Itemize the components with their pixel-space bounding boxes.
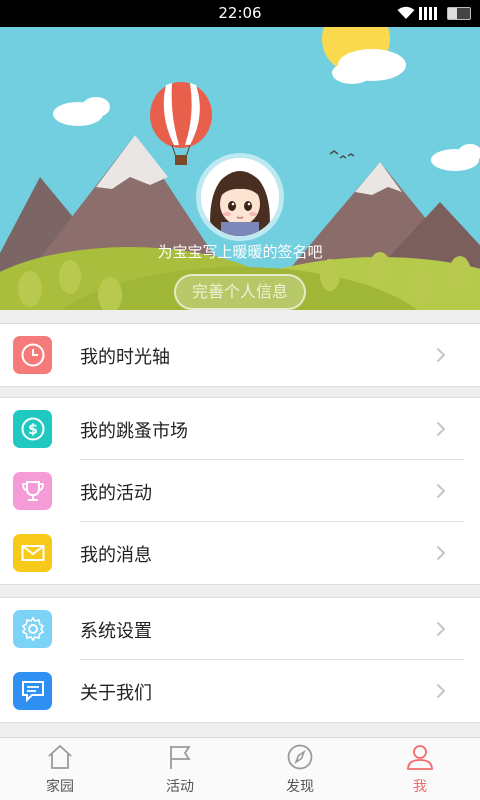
- tab-activity[interactable]: 活动: [120, 738, 240, 800]
- wifi-icon: [397, 6, 415, 19]
- trophy-icon: [13, 472, 52, 510]
- tab-label: 发现: [286, 779, 314, 795]
- menu-item-messages[interactable]: 我的消息: [0, 522, 480, 584]
- home-icon: [48, 744, 72, 769]
- tab-label: 活动: [166, 779, 194, 795]
- clock-icon: [13, 336, 52, 374]
- signature-text[interactable]: 为宝宝写上暖暖的签名吧: [0, 241, 480, 262]
- menu-item-label: 我的消息: [80, 545, 152, 566]
- avatar[interactable]: [201, 158, 279, 236]
- tab-label: 我: [413, 779, 427, 795]
- compass-icon: [287, 744, 313, 770]
- chevron-right-icon: [436, 421, 446, 437]
- menu-item-about[interactable]: 关于我们: [0, 660, 480, 722]
- gear-icon: [13, 610, 52, 648]
- svg-text:$: $: [28, 422, 38, 438]
- envelope-icon: [13, 534, 52, 572]
- menu-item-activity[interactable]: 我的活动: [0, 460, 480, 522]
- menu-group-system: 系统设置 关于我们: [0, 597, 480, 723]
- chevron-right-icon: [436, 621, 446, 637]
- menu-group-personal: $ 我的跳蚤市场 我的活动 我的消息: [0, 397, 480, 585]
- tab-home[interactable]: 家园: [0, 738, 120, 800]
- menu-item-market[interactable]: $ 我的跳蚤市场: [0, 398, 480, 460]
- menu-item-settings[interactable]: 系统设置: [0, 598, 480, 660]
- battery-icon: [447, 7, 471, 20]
- person-icon: [407, 745, 433, 770]
- girl-avatar-icon: [201, 158, 279, 236]
- menu-item-label: 我的时光轴: [80, 347, 170, 368]
- chevron-right-icon: [436, 483, 446, 499]
- menu-item-label: 我的跳蚤市场: [80, 421, 188, 442]
- menu-item-timeline[interactable]: 我的时光轴: [0, 324, 480, 386]
- tab-me[interactable]: 我: [360, 738, 480, 800]
- menu-item-label: 关于我们: [80, 683, 152, 704]
- menu-item-label: 系统设置: [80, 621, 152, 642]
- dollar-coin-icon: $: [13, 410, 52, 448]
- chevron-right-icon: [436, 545, 446, 561]
- chat-bubble-icon: [13, 672, 52, 710]
- bottom-tab-bar: 家园 活动 发现 我: [0, 737, 480, 800]
- menu-group-timeline: 我的时光轴: [0, 323, 480, 387]
- chevron-right-icon: [436, 347, 446, 363]
- complete-profile-button[interactable]: 完善个人信息: [174, 274, 306, 310]
- tab-discover[interactable]: 发现: [240, 738, 360, 800]
- flag-icon: [170, 746, 191, 769]
- chevron-right-icon: [436, 683, 446, 699]
- menu-item-label: 我的活动: [80, 483, 152, 504]
- profile-header: 为宝宝写上暖暖的签名吧 完善个人信息: [0, 27, 480, 310]
- status-bar: 22:06: [0, 0, 480, 27]
- signal-icon: [419, 7, 437, 20]
- tab-label: 家园: [46, 779, 74, 795]
